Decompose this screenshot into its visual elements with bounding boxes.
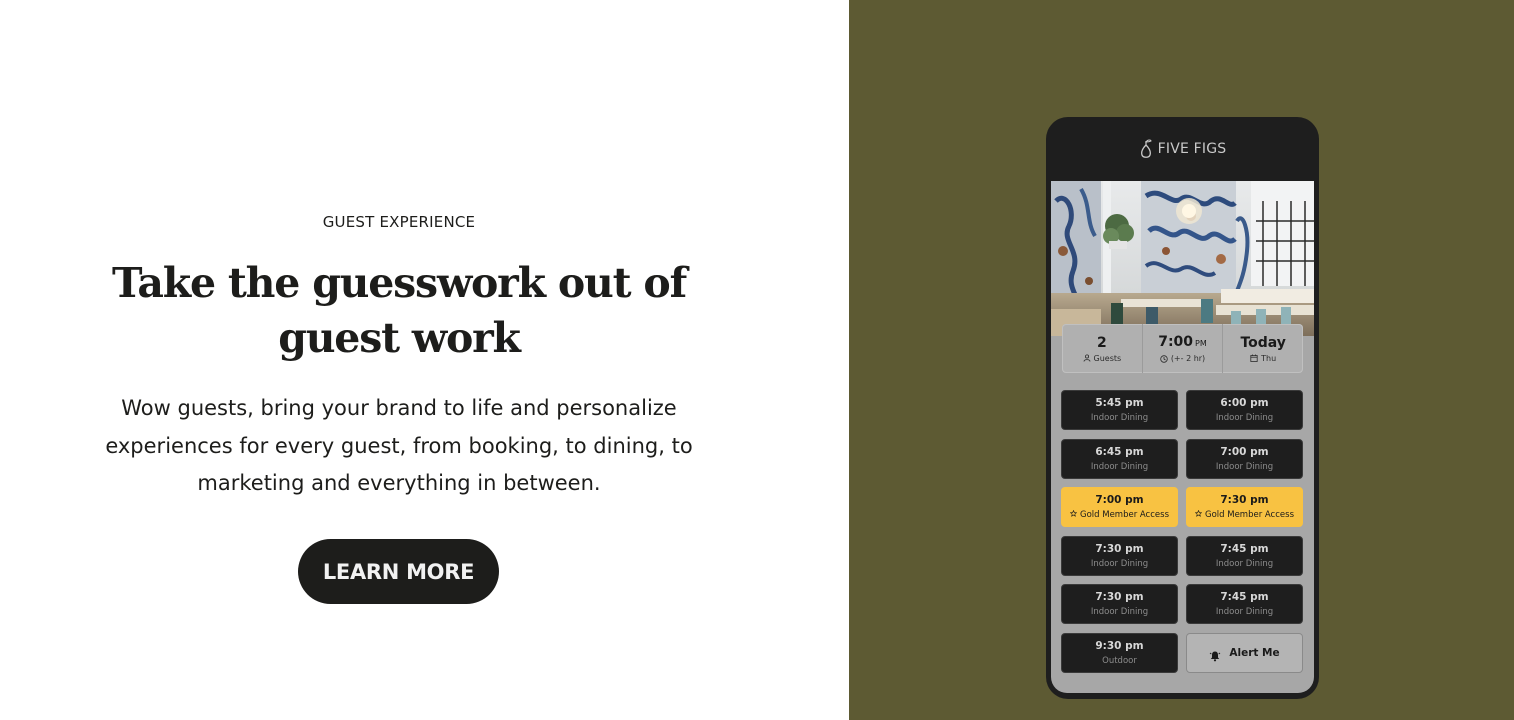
time-value: 7:00 — [1158, 334, 1194, 350]
alert-me-button[interactable]: Alert Me — [1186, 632, 1303, 673]
star-icon — [1069, 509, 1078, 521]
booking-screen: 2 Guests 7:00 PM (+- 2 hr) Today Thu 5:4… — [1051, 181, 1314, 693]
fig-logo-icon — [1139, 138, 1153, 160]
slot-time: 9:30 pm — [1095, 639, 1144, 652]
time-sub: (+- 2 hr) — [1160, 354, 1205, 363]
slot-time: 7:00 pm — [1095, 494, 1144, 506]
booking-summary[interactable]: 2 Guests 7:00 PM (+- 2 hr) Today Thu — [1062, 324, 1303, 373]
learn-more-button[interactable]: LEARN MORE — [298, 539, 499, 604]
product-showcase-panel: FIVE FIGS 2 Guests 7:00 PM (+- 2 hr) Tod… — [849, 0, 1514, 720]
section-eyebrow: GUEST EXPERIENCE — [322, 213, 476, 231]
slot-seating: Outdoor — [1102, 655, 1137, 666]
time-slot[interactable]: 5:45 pm Indoor Dining — [1061, 390, 1178, 430]
section-headline: Take the guesswork out of guest work — [111, 259, 687, 362]
time-slot[interactable]: 7:00 pm Indoor Dining — [1186, 438, 1303, 479]
star-icon — [1194, 509, 1203, 521]
party-size-sub: Guests — [1083, 353, 1122, 363]
time-slot[interactable]: 7:30 pm Indoor Dining — [1061, 584, 1178, 624]
slot-seating: Indoor Dining — [1090, 461, 1149, 472]
slot-seating: Indoor Dining — [1090, 413, 1149, 423]
date-selector[interactable]: Today Thu — [1223, 324, 1303, 373]
app-header: FIVE FIGS — [1046, 117, 1319, 181]
time-slot[interactable]: 7:45 pm Indoor Dining — [1186, 584, 1303, 624]
gold-member-slot[interactable]: 7:00 pm Gold Member Access — [1061, 487, 1178, 527]
slot-time: 7:30 pm — [1095, 591, 1144, 603]
date-sub: Thu — [1250, 354, 1276, 363]
slot-time: 5:45 pm — [1095, 397, 1144, 409]
bell-icon — [1209, 647, 1221, 661]
date-value: Today — [1240, 334, 1286, 351]
time-slot[interactable]: 6:00 pm Indoor Dining — [1186, 390, 1303, 430]
time-range-label: (+- 2 hr) — [1170, 354, 1206, 363]
slot-time: 6:00 pm — [1220, 397, 1269, 409]
time-slot[interactable]: 7:45 pm Indoor Dining — [1186, 535, 1303, 576]
slot-time: 6:45 pm — [1095, 445, 1144, 458]
slot-time: 7:30 pm — [1220, 494, 1269, 506]
slot-time: 7:45 pm — [1220, 591, 1269, 603]
slot-time: 7:45 pm — [1220, 542, 1269, 555]
slot-seating: Indoor Dining — [1215, 413, 1274, 423]
slot-seating: Indoor Dining — [1090, 607, 1149, 617]
slot-seating: Indoor Dining — [1090, 558, 1149, 569]
clock-icon — [1160, 354, 1168, 363]
slot-seating: Gold Member Access — [1079, 510, 1169, 520]
restaurant-photo — [1051, 181, 1314, 336]
slot-time: 7:00 pm — [1220, 445, 1269, 458]
gold-member-slot[interactable]: 7:30 pm Gold Member Access — [1186, 487, 1303, 527]
time-slot[interactable]: 9:30 pm Outdoor — [1061, 632, 1178, 673]
slot-seating: Indoor Dining — [1215, 461, 1274, 472]
party-size-selector[interactable]: 2 Guests — [1062, 324, 1143, 373]
time-slot[interactable]: 6:45 pm Indoor Dining — [1061, 438, 1178, 479]
time-slot-grid: 5:45 pm Indoor Dining 6:00 pm Indoor Din… — [1061, 390, 1303, 673]
slot-seating-row: Gold Member Access — [1069, 509, 1169, 521]
party-size-value: 2 — [1096, 334, 1107, 351]
slot-seating: Indoor Dining — [1215, 558, 1274, 569]
alert-me-label: Alert Me — [1229, 646, 1280, 659]
phone-mockup: FIVE FIGS 2 Guests 7:00 PM (+- 2 hr) Tod… — [1046, 117, 1319, 699]
restaurant-name: FIVE FIGS — [1157, 141, 1227, 157]
slot-seating: Gold Member Access — [1204, 510, 1294, 520]
time-main: 7:00 PM — [1158, 334, 1207, 352]
time-slot[interactable]: 7:30 pm Indoor Dining — [1061, 535, 1178, 576]
calendar-icon — [1250, 354, 1258, 362]
marketing-section: GUEST EXPERIENCE Take the guesswork out … — [0, 0, 849, 720]
time-ampm: PM — [1195, 339, 1207, 348]
section-description: Wow guests, bring your brand to life and… — [105, 396, 693, 495]
person-icon — [1083, 354, 1091, 362]
date-day-label: Thu — [1261, 353, 1277, 363]
time-selector[interactable]: 7:00 PM (+- 2 hr) — [1143, 324, 1224, 373]
slot-seating-row: Gold Member Access — [1194, 509, 1294, 521]
slot-time: 7:30 pm — [1095, 542, 1144, 555]
party-size-label: Guests — [1093, 353, 1122, 363]
slot-seating: Indoor Dining — [1215, 607, 1274, 617]
